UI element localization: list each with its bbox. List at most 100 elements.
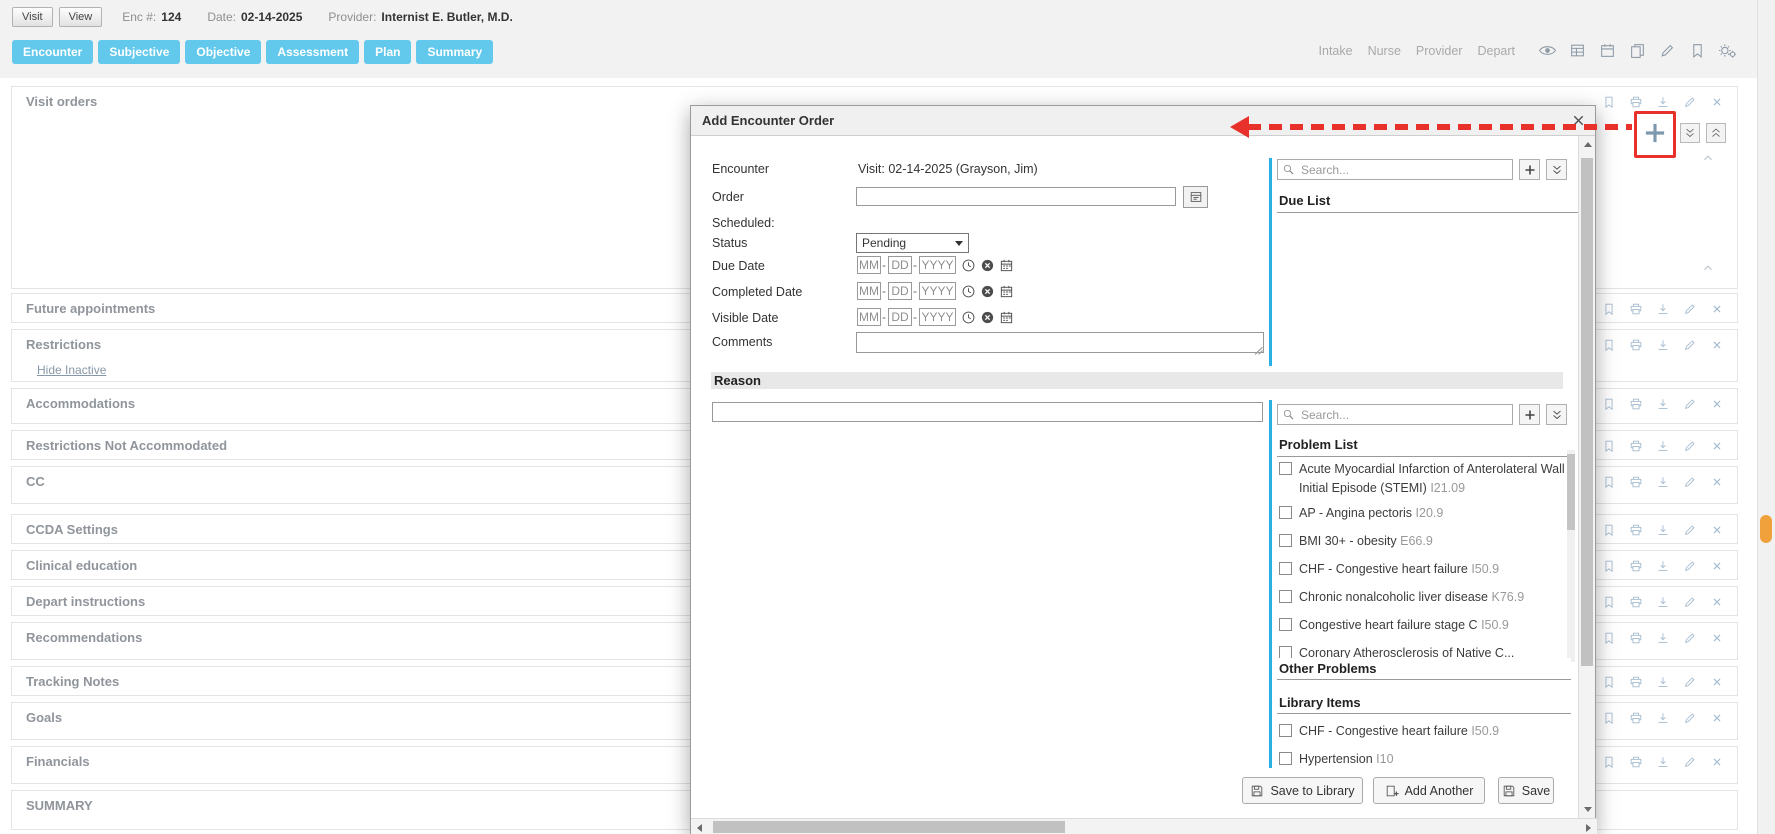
scroll-left-arrow[interactable]: [691, 819, 708, 834]
problem-item[interactable]: Congestive heart failure stage C I50.9: [1277, 610, 1565, 638]
print-icon[interactable]: [1629, 595, 1643, 609]
dialog-vertical-scrollbar-thumb[interactable]: [1581, 158, 1593, 666]
visible-date-yyyy-input[interactable]: [919, 308, 956, 326]
completed-date-mm-input[interactable]: [857, 282, 881, 300]
print-icon[interactable]: [1629, 302, 1643, 316]
problem-list-scrollbar-thumb[interactable]: [1567, 454, 1575, 530]
delete-icon[interactable]: [1710, 338, 1724, 352]
bookmark-icon[interactable]: [1602, 559, 1616, 573]
clear-date-icon[interactable]: [980, 310, 995, 325]
clock-icon[interactable]: [961, 284, 976, 299]
add-due-item-button[interactable]: [1519, 159, 1540, 180]
edit-icon[interactable]: [1683, 439, 1697, 453]
delete-icon[interactable]: [1710, 631, 1724, 645]
problem-checkbox[interactable]: [1279, 462, 1292, 475]
print-icon[interactable]: [1629, 523, 1643, 537]
nav-tab[interactable]: Encounter: [12, 40, 93, 64]
print-icon[interactable]: [1629, 711, 1643, 725]
bookmark-icon[interactable]: [1602, 631, 1616, 645]
nav-tab[interactable]: Subjective: [98, 40, 180, 64]
bookmark-icon[interactable]: [1688, 42, 1707, 59]
visit-tab[interactable]: Visit: [12, 7, 53, 27]
due-date-yyyy-input[interactable]: [919, 256, 956, 274]
edit-icon[interactable]: [1683, 475, 1697, 489]
edit-icon[interactable]: [1683, 397, 1697, 411]
bookmark-icon[interactable]: [1602, 711, 1616, 725]
order-lookup-button[interactable]: [1183, 186, 1208, 208]
delete-icon[interactable]: [1710, 302, 1724, 316]
bookmark-icon[interactable]: [1602, 397, 1616, 411]
scroll-up-arrow[interactable]: [1579, 136, 1596, 153]
dialog-vertical-scrollbar[interactable]: [1578, 136, 1595, 818]
calendar-icon[interactable]: [999, 258, 1014, 273]
download-icon[interactable]: [1656, 523, 1670, 537]
save-to-library-button[interactable]: Save to Library: [1242, 777, 1363, 804]
calendar-icon[interactable]: [999, 284, 1014, 299]
problem-item[interactable]: AP - Angina pectoris I20.9: [1277, 498, 1565, 526]
status-select[interactable]: Pending: [856, 233, 969, 253]
print-icon[interactable]: [1629, 475, 1643, 489]
nav-tab[interactable]: Summary: [416, 40, 493, 64]
delete-icon[interactable]: [1710, 755, 1724, 769]
print-icon[interactable]: [1629, 755, 1643, 769]
due-search-input[interactable]: [1299, 162, 1508, 178]
nav-tab[interactable]: Plan: [364, 40, 411, 64]
bookmark-icon[interactable]: [1602, 439, 1616, 453]
print-icon[interactable]: [1629, 397, 1643, 411]
delete-icon[interactable]: [1710, 559, 1724, 573]
comments-input[interactable]: [856, 332, 1264, 353]
scroll-down-arrow[interactable]: [1579, 801, 1596, 818]
calendar-icon[interactable]: [999, 310, 1014, 325]
stage-link[interactable]: Intake: [1319, 44, 1353, 58]
clock-icon[interactable]: [961, 310, 976, 325]
delete-icon[interactable]: [1710, 675, 1724, 689]
edit-icon[interactable]: [1683, 711, 1697, 725]
bookmark-icon[interactable]: [1602, 675, 1616, 689]
calendar-icon[interactable]: [1598, 42, 1617, 59]
download-icon[interactable]: [1656, 95, 1670, 109]
library-item[interactable]: CHF - Congestive heart failure I50.9: [1277, 716, 1565, 744]
reason-input[interactable]: [712, 402, 1263, 422]
download-icon[interactable]: [1656, 475, 1670, 489]
problem-item[interactable]: Chronic nonalcoholic liver disease K76.9: [1277, 582, 1565, 610]
view-tab[interactable]: View: [59, 7, 103, 27]
problem-list-scrollbar[interactable]: [1567, 450, 1575, 662]
bookmark-icon[interactable]: [1602, 523, 1616, 537]
add-problem-button[interactable]: [1519, 404, 1540, 425]
stage-link[interactable]: Provider: [1416, 44, 1463, 58]
save-button[interactable]: Save: [1498, 777, 1554, 804]
download-icon[interactable]: [1656, 755, 1670, 769]
chevron-up-icon[interactable]: [1701, 151, 1715, 165]
add-another-button[interactable]: Add Another: [1373, 777, 1485, 804]
expand-problem-list-button[interactable]: [1546, 404, 1567, 425]
problem-item[interactable]: Coronary Atherosclerosis of Native C...: [1277, 638, 1565, 660]
download-icon[interactable]: [1656, 397, 1670, 411]
page-scrollbar[interactable]: [1757, 0, 1775, 834]
scroll-right-arrow[interactable]: [1580, 819, 1597, 834]
dialog-horizontal-scrollbar[interactable]: [691, 818, 1597, 834]
hide-inactive-link[interactable]: Hide Inactive: [37, 363, 106, 377]
eye-icon[interactable]: [1538, 42, 1557, 59]
problem-checkbox[interactable]: [1279, 562, 1292, 575]
problem-checkbox[interactable]: [1279, 534, 1292, 547]
delete-icon[interactable]: [1710, 711, 1724, 725]
bookmark-icon[interactable]: [1602, 755, 1616, 769]
completed-date-yyyy-input[interactable]: [919, 282, 956, 300]
nav-tab[interactable]: Assessment: [266, 40, 359, 64]
collapse-all-button[interactable]: [1706, 123, 1726, 143]
order-input[interactable]: [856, 187, 1176, 206]
delete-icon[interactable]: [1710, 595, 1724, 609]
problem-checkbox[interactable]: [1279, 506, 1292, 519]
stage-link[interactable]: Nurse: [1368, 44, 1401, 58]
edit-icon[interactable]: [1683, 338, 1697, 352]
bookmark-icon[interactable]: [1602, 302, 1616, 316]
problem-item[interactable]: Acute Myocardial Infarction of Anterolat…: [1277, 454, 1565, 498]
bookmark-icon[interactable]: [1602, 338, 1616, 352]
download-icon[interactable]: [1656, 559, 1670, 573]
delete-icon[interactable]: [1710, 397, 1724, 411]
download-icon[interactable]: [1656, 302, 1670, 316]
resize-handle[interactable]: [1254, 343, 1263, 352]
bookmark-icon[interactable]: [1602, 95, 1616, 109]
library-item-checkbox[interactable]: [1279, 752, 1292, 765]
edit-icon[interactable]: [1683, 559, 1697, 573]
